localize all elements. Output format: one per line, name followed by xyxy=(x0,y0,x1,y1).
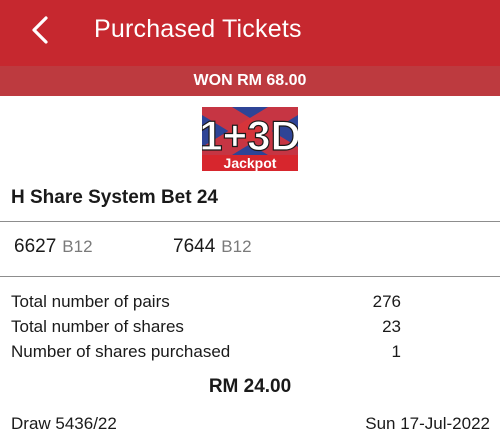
divider xyxy=(0,276,500,277)
ticket-number-2: 7644 B12 xyxy=(173,236,252,258)
draw-date: Sun 17-Jul-2022 xyxy=(365,414,490,433)
jackpot-logo: 1+3D Jackpot xyxy=(202,107,298,171)
stat-value-pairs: 276 xyxy=(372,292,401,311)
ticket-code: B12 xyxy=(221,237,252,256)
ticket-number: 7644 xyxy=(173,236,216,257)
page-title: Purchased Tickets xyxy=(94,15,302,43)
stat-value-purchased: 1 xyxy=(391,342,401,361)
chevron-left-icon xyxy=(32,16,48,44)
ticket-number: 6627 xyxy=(14,236,57,257)
won-banner: WON RM 68.00 xyxy=(0,66,500,96)
back-button[interactable] xyxy=(20,10,60,50)
app-header: Purchased Tickets xyxy=(0,0,500,66)
logo-sub-text: Jackpot xyxy=(224,155,277,171)
ticket-code: B12 xyxy=(62,237,93,256)
logo-main-text: 1+3D xyxy=(202,112,298,159)
bet-amount: RM 24.00 xyxy=(208,376,292,397)
ticket-number-1: 6627 B12 xyxy=(14,236,93,258)
stat-label-shares: Total number of shares xyxy=(11,317,184,336)
stat-label-purchased: Number of shares purchased xyxy=(11,342,231,361)
stat-value-shares: 23 xyxy=(382,317,401,336)
bet-title: H Share System Bet 24 xyxy=(11,187,218,208)
divider xyxy=(0,221,500,222)
stat-label-pairs: Total number of pairs xyxy=(11,292,170,311)
draw-number: Draw 5436/22 xyxy=(11,414,117,433)
